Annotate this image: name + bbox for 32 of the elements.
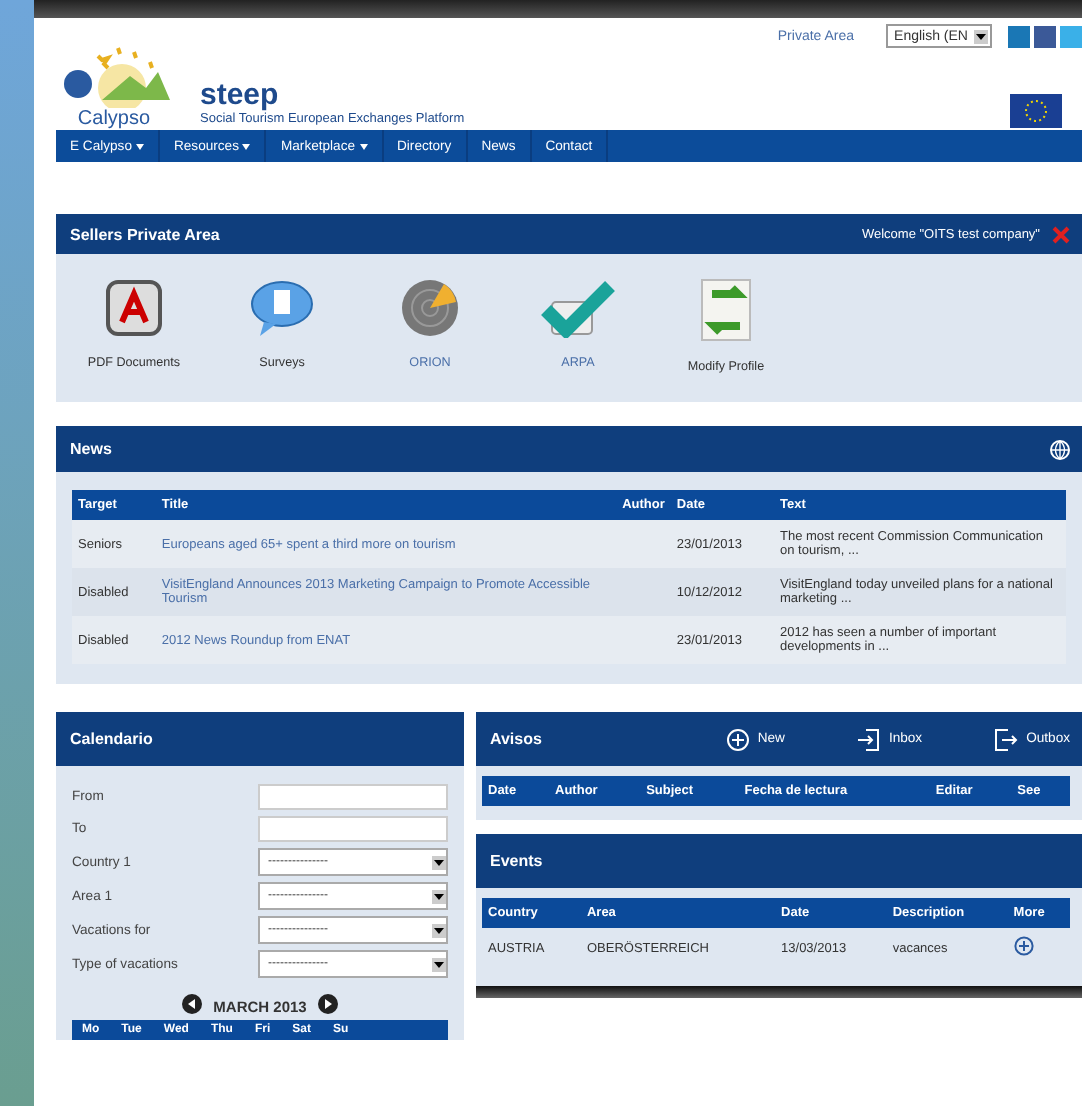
linkedin-icon[interactable]	[1008, 25, 1030, 47]
caret-icon	[434, 927, 444, 933]
checkmark-icon[interactable]	[540, 278, 616, 338]
facebook-icon[interactable]	[1034, 25, 1056, 47]
caret-icon	[135, 143, 144, 149]
panel-title: News	[70, 440, 112, 458]
input-field[interactable]	[258, 816, 448, 842]
globe-icon[interactable]	[1050, 439, 1070, 459]
logo-text: Calypso	[77, 108, 151, 130]
caret-icon	[242, 143, 251, 149]
panel-title: Avisos	[490, 730, 542, 748]
speech-bubble-icon[interactable]	[248, 278, 316, 338]
panel-title: Calendario	[70, 730, 153, 748]
plus-circle-icon[interactable]	[1013, 936, 1034, 956]
refresh-document-icon[interactable]	[700, 278, 752, 342]
caret-icon	[434, 961, 444, 967]
input-field[interactable]	[258, 784, 448, 810]
caret-icon	[434, 893, 444, 899]
radar-icon[interactable]	[400, 278, 460, 338]
caret-icon	[359, 143, 368, 149]
plus-circle-icon	[725, 727, 750, 751]
next-icon[interactable]	[318, 993, 339, 1013]
panel-title: Sellers Private Area	[70, 225, 220, 243]
logo-icon	[58, 44, 170, 108]
enter-icon	[856, 727, 881, 751]
previous-icon[interactable]	[181, 993, 202, 1013]
panel-title: Events	[490, 852, 543, 870]
exit-icon	[994, 727, 1019, 751]
caret-icon	[434, 859, 444, 865]
document-icon[interactable]	[104, 278, 164, 338]
site-title: steep	[200, 78, 281, 112]
caret-icon	[976, 33, 986, 39]
